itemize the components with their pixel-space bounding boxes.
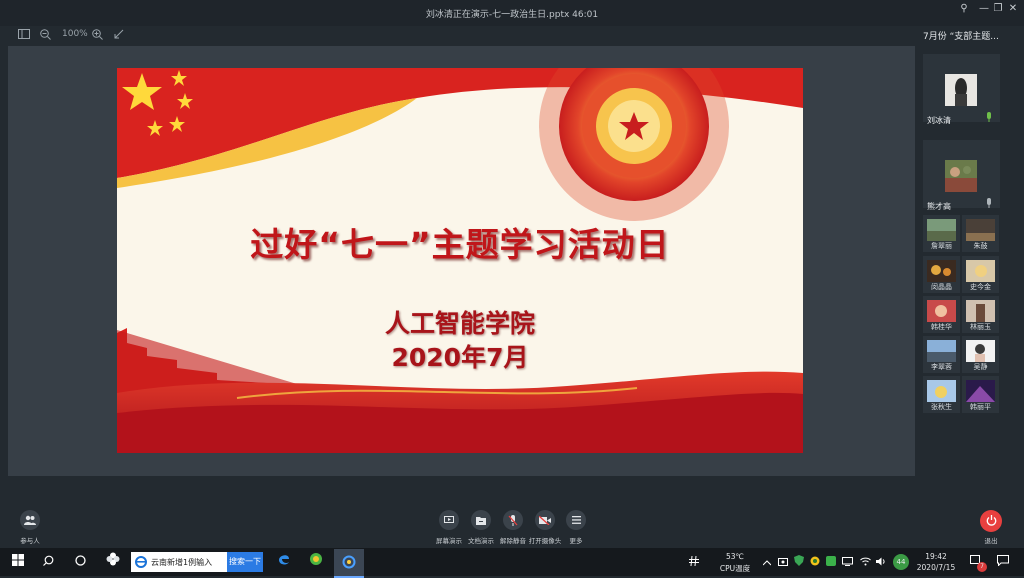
mic-active-icon <box>986 112 992 125</box>
clock-date[interactable]: 2020/7/15 <box>912 563 960 572</box>
camera-off-icon <box>538 515 551 526</box>
participant-thumb[interactable]: 林丽玉 <box>962 296 999 333</box>
minimize-button[interactable]: — <box>977 3 991 14</box>
unmute-button[interactable] <box>503 510 523 530</box>
wifi-icon[interactable] <box>858 552 872 572</box>
shared-slide: 过好“七一”主题学习活动日 人工智能学院 2020年7月 <box>117 68 803 453</box>
power-icon <box>986 515 996 526</box>
mic-off-icon <box>508 515 518 526</box>
camera-tray-icon[interactable] <box>776 552 790 572</box>
participant-name: 刘冰清 <box>927 116 951 125</box>
avatar <box>945 74 977 106</box>
avatar <box>966 380 995 402</box>
cpu-temperature-label: CPU温度 <box>719 564 751 573</box>
avatar <box>927 219 956 241</box>
cpu-temperature: 53℃ <box>726 552 744 561</box>
avatar <box>966 300 995 322</box>
browser-icon[interactable] <box>306 552 326 572</box>
action-center-icon[interactable] <box>994 552 1012 572</box>
edge-icon[interactable] <box>274 552 294 572</box>
badge-count[interactable]: 44 <box>893 554 909 570</box>
exit-label: 退出 <box>984 537 998 545</box>
fit-window-icon[interactable] <box>114 29 124 42</box>
participant-thumb[interactable]: 吴静 <box>962 336 999 373</box>
meeting-app-icon[interactable] <box>334 549 364 578</box>
screen-share-button[interactable] <box>439 510 459 530</box>
ie-icon <box>135 556 147 568</box>
participant-name: 李翠蓉 <box>931 363 952 371</box>
hashtag-tray-icon[interactable] <box>684 552 704 572</box>
participant-name: 史今金 <box>970 283 991 291</box>
participant-name: 闵晶晶 <box>931 283 952 291</box>
participant-thumb[interactable]: 李翠蓉 <box>923 336 960 373</box>
camera-button[interactable] <box>535 510 555 530</box>
participant-thumb[interactable]: 闵晶晶 <box>923 256 960 293</box>
more-label: 更多 <box>569 537 583 545</box>
participant-name: 熊才高 <box>927 202 951 211</box>
green-app-icon[interactable] <box>824 552 838 572</box>
antivirus-icon[interactable] <box>808 552 822 572</box>
screen-share-icon <box>444 516 454 523</box>
avatar <box>966 260 995 282</box>
volume-icon[interactable] <box>874 552 888 572</box>
task-view-icon[interactable] <box>70 552 90 572</box>
participant-name: 张秋生 <box>931 403 952 411</box>
more-button[interactable] <box>566 510 586 530</box>
avatar <box>927 340 956 362</box>
people-icon <box>24 515 36 525</box>
avatar <box>966 340 995 362</box>
avatar <box>945 160 977 192</box>
avatar <box>927 380 956 402</box>
presentation-toolbar: 100% <box>0 26 920 46</box>
display-icon[interactable] <box>840 552 854 572</box>
slide-subtitle-date: 2020年7月 <box>391 343 529 372</box>
slide-title: 过好“七一”主题学习活动日 <box>250 225 670 264</box>
participant-thumb[interactable]: 韩桂华 <box>923 296 960 333</box>
notification-count: 7 <box>977 562 987 572</box>
zoom-level: 100% <box>62 29 88 39</box>
meeting-title: 7月份 “支部主题... <box>923 32 999 42</box>
windows-start-icon[interactable] <box>8 552 28 572</box>
news-search-box[interactable]: 云南新增1例输入 <box>131 552 227 572</box>
participant-thumb[interactable]: 史今金 <box>962 256 999 293</box>
title-bar: 刘冰清正在演示-七一政治生日.pptx 46:01 ⚲ — ❐ ✕ <box>0 0 1024 26</box>
participant-thumb[interactable]: 张秋生 <box>923 376 960 413</box>
participant-name: 韩丽平 <box>970 403 991 411</box>
participant-thumb[interactable]: 朱鼓 <box>962 215 999 252</box>
participant-thumb[interactable]: 詹翠丽 <box>923 215 960 252</box>
zoom-in-icon[interactable] <box>92 29 103 43</box>
more-icon <box>571 516 581 524</box>
participant-name: 林丽玉 <box>970 323 991 331</box>
avatar <box>966 219 995 241</box>
close-button[interactable]: ✕ <box>1006 3 1020 14</box>
participant-name: 韩桂华 <box>931 323 952 331</box>
document-share-button[interactable] <box>471 510 491 530</box>
window-title: 刘冰清正在演示-七一政治生日.pptx 46:01 <box>425 10 599 20</box>
participant-name: 詹翠丽 <box>931 242 952 250</box>
participants-button[interactable] <box>20 510 40 530</box>
participant-name: 朱鼓 <box>973 242 988 250</box>
mic-idle-icon <box>986 198 992 211</box>
video-tile[interactable]: 熊才高 <box>923 140 1000 211</box>
video-tile[interactable]: 刘冰清 <box>923 54 1000 125</box>
shield-icon[interactable] <box>792 552 806 572</box>
pin-icon[interactable]: ⚲ <box>957 3 971 14</box>
news-search-text: 云南新增1例输入 <box>151 558 213 567</box>
slide-subtitle-college: 人工智能学院 <box>384 309 535 338</box>
document-icon <box>476 517 486 525</box>
search-icon[interactable] <box>38 552 58 572</box>
zoom-out-icon[interactable] <box>40 29 51 43</box>
exit-button[interactable] <box>980 510 1002 532</box>
participant-name: 吴静 <box>973 363 988 371</box>
participants-label: 参与人 <box>20 537 40 545</box>
chevron-up-icon[interactable] <box>760 552 774 572</box>
participant-thumb[interactable]: 韩丽平 <box>962 376 999 413</box>
restore-button[interactable]: ❐ <box>991 3 1005 14</box>
avatar <box>927 300 956 322</box>
pinwheel-app-icon[interactable] <box>103 552 123 572</box>
search-button[interactable]: 搜索一下 <box>227 552 263 572</box>
layout-icon[interactable] <box>18 29 30 42</box>
clock-time[interactable]: 19:42 <box>916 552 956 561</box>
avatar <box>927 260 956 282</box>
